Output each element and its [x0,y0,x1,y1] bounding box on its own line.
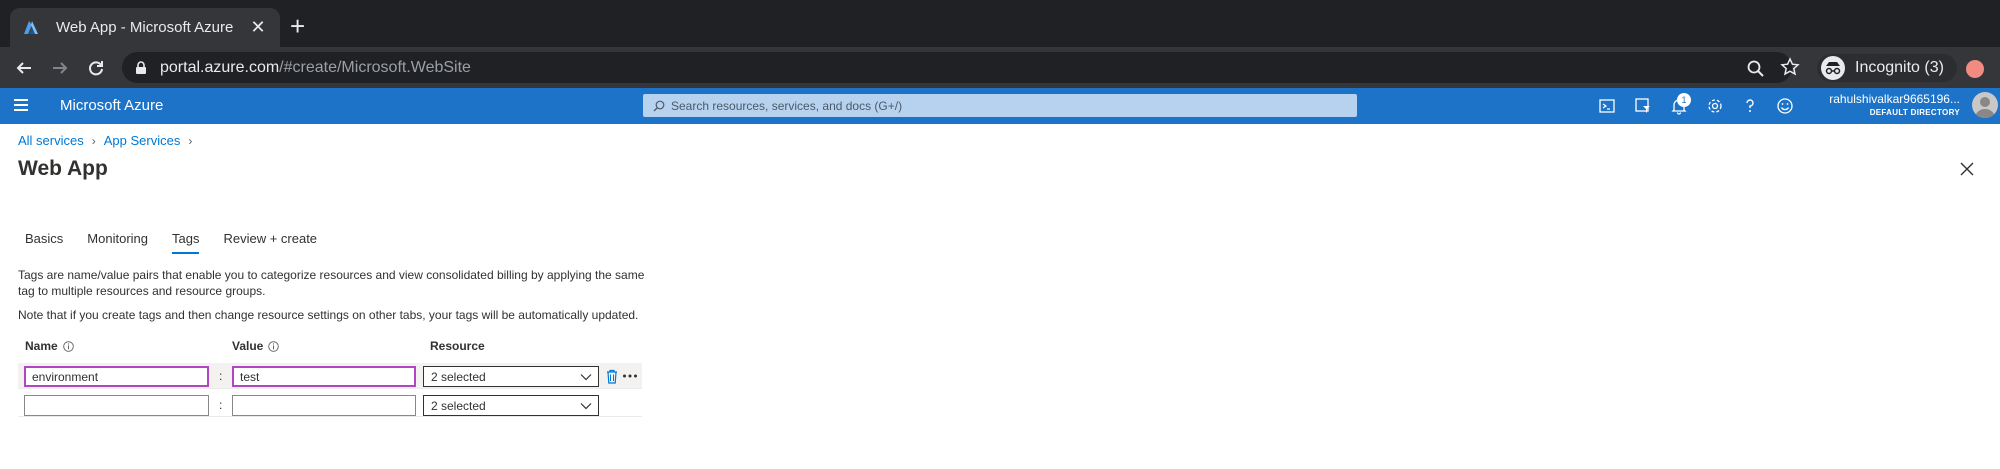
tag-name-input[interactable] [24,366,209,387]
close-icon[interactable] [1958,160,1976,178]
url-host: portal.azure.com [160,58,280,76]
chevron-down-icon [580,374,592,381]
column-header-resource: Resource [430,339,485,353]
info-icon[interactable] [268,340,280,352]
tags-note: Note that if you create tags and then ch… [18,308,639,322]
resource-select-value: 2 selected [431,398,486,413]
forward-button[interactable] [47,55,73,81]
close-tab-icon[interactable]: ✕ [248,17,268,38]
wizard-tabs: Basics Monitoring Tags Review + create [25,231,341,254]
info-icon[interactable] [62,340,74,352]
arrow-left-icon [16,62,31,74]
tags-description: Tags are name/value pairs that enable yo… [18,268,645,298]
browser-toolbar: portal.azure.com/#create/Microsoft.WebSi… [0,47,2000,88]
resource-select[interactable]: 2 selected [423,395,599,416]
zoom-search-icon[interactable] [1746,59,1766,79]
tab-basics[interactable]: Basics [25,231,63,254]
search-input[interactable] [671,98,1351,113]
account-directory: DEFAULT DIRECTORY [1869,108,1960,117]
column-header-resource-label: Resource [430,339,485,353]
incognito-indicator[interactable]: Incognito (3) [1817,54,1957,82]
column-header-name-label: Name [25,339,58,353]
row-divider [18,416,642,417]
incognito-icon [1821,56,1845,80]
bookmark-star-icon[interactable] [1780,57,1800,77]
more-options-icon[interactable] [622,373,638,379]
extension-update-icon[interactable] [1966,60,1984,78]
browser-tab-title: Web App - Microsoft Azure [56,19,234,36]
page-title: Web App [18,157,108,180]
tag-value-input[interactable] [232,366,416,387]
directory-filter-icon[interactable] [1634,97,1652,115]
lock-icon [136,60,146,74]
column-header-value: Value [232,339,280,353]
row-divider [18,388,642,389]
resource-select-value: 2 selected [431,369,486,384]
azure-logo-icon [24,20,38,34]
browser-tab[interactable]: Web App - Microsoft Azure ✕ [10,8,280,47]
avatar[interactable] [1972,92,1998,118]
account-menu[interactable]: rahulshivalkar9665196... DEFAULT DIRECTO… [1829,92,1960,117]
incognito-label: Incognito (3) [1855,59,1944,76]
help-icon[interactable] [1741,97,1759,115]
tag-separator: : [219,398,223,412]
tab-monitoring[interactable]: Monitoring [87,231,148,254]
breadcrumb: All services › App Services › [18,133,200,148]
portal-menu-icon[interactable] [14,99,28,111]
column-header-name: Name [25,339,74,353]
notification-count-badge: 1 [1677,93,1691,107]
tag-separator: : [219,369,223,383]
chevron-right-icon: › [188,133,193,148]
reload-button[interactable] [83,55,109,81]
tab-review-create[interactable]: Review + create [223,231,317,254]
trash-icon[interactable] [605,369,619,384]
portal-brand[interactable]: Microsoft Azure [60,97,163,114]
breadcrumb-app-services[interactable]: App Services [104,133,181,148]
chevron-right-icon: › [91,133,96,148]
tag-name-input[interactable] [24,395,209,416]
gear-icon[interactable] [1706,97,1724,115]
reload-icon [89,61,103,76]
chevron-down-icon [580,403,592,410]
tab-tags[interactable]: Tags [172,231,200,254]
back-button[interactable] [11,55,37,81]
cloud-shell-icon[interactable] [1598,97,1616,115]
feedback-smiley-icon[interactable] [1776,97,1794,115]
url-path: /#create/Microsoft.WebSite [279,58,471,76]
tag-value-input[interactable] [232,395,416,416]
global-search[interactable] [643,94,1357,117]
column-header-value-label: Value [232,339,264,353]
azure-top-bar: Microsoft Azure rahulshivalkar9665196...… [0,88,2000,124]
resource-select[interactable]: 2 selected [423,366,599,387]
browser-tabstrip: Web App - Microsoft Azure ✕ + [0,0,2000,47]
new-tab-button[interactable]: + [290,13,305,39]
account-name: rahulshivalkar9665196... [1829,92,1960,106]
breadcrumb-all-services[interactable]: All services [18,133,84,148]
arrow-right-icon [53,62,68,74]
search-icon [653,100,665,111]
address-bar[interactable]: portal.azure.com/#create/Microsoft.WebSi… [122,52,1800,83]
